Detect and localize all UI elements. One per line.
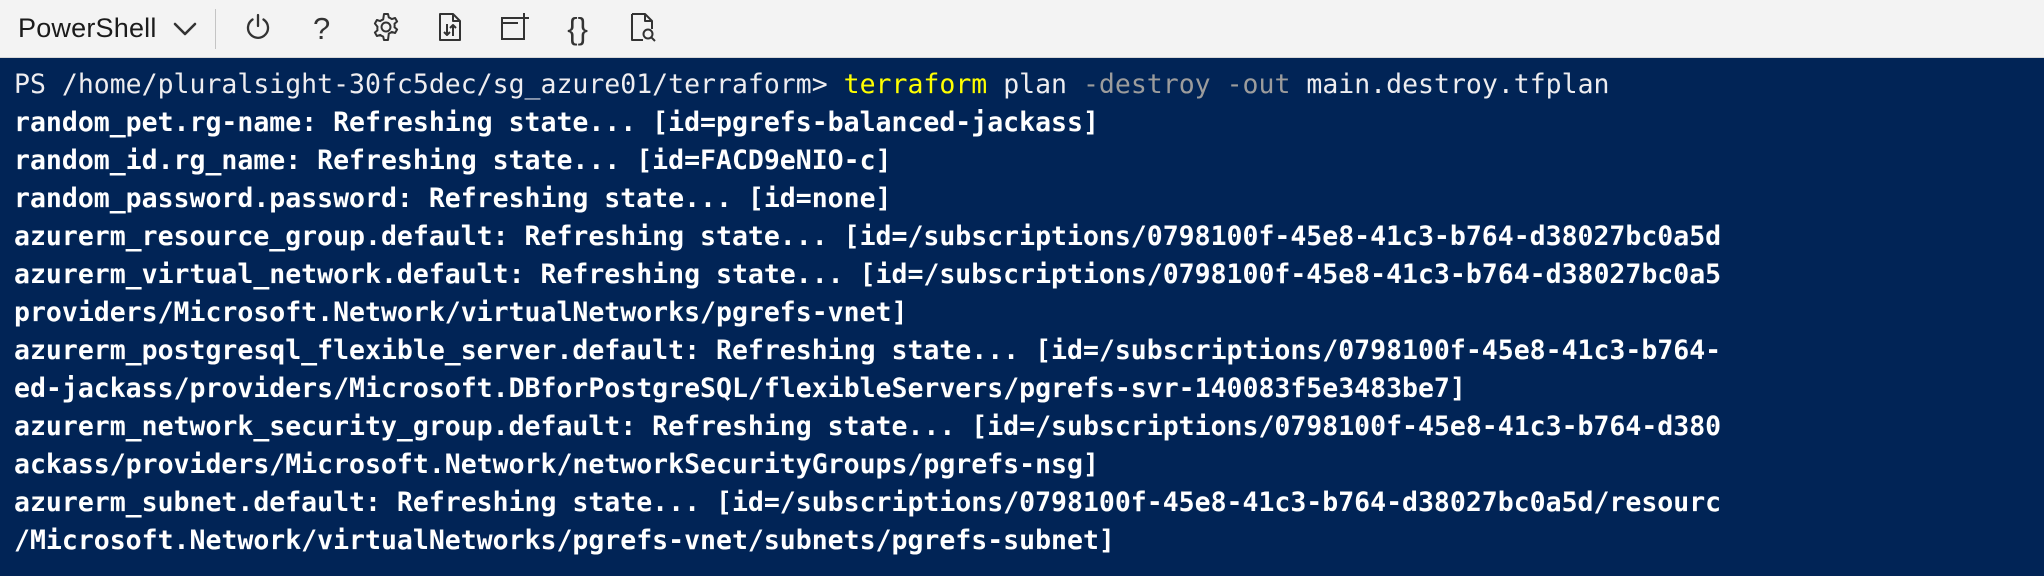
upload-download-button[interactable] — [428, 7, 472, 51]
terminal-output[interactable]: PS /home/pluralsight-30fc5dec/sg_azure01… — [0, 58, 2044, 576]
web-preview-icon — [626, 11, 658, 47]
output-line: ed-jackass/providers/Microsoft.DBforPost… — [14, 373, 1466, 404]
help-button[interactable]: ? — [300, 7, 344, 51]
cloud-shell-toolbar: PowerShell ? {} — [0, 0, 2044, 58]
toolbar-divider — [214, 8, 216, 49]
output-line: ackass/providers/Microsoft.Network/netwo… — [14, 449, 1099, 480]
command-argument-file: main.destroy.tfplan — [1290, 69, 1610, 100]
command-argument: plan — [987, 69, 1083, 100]
output-line: providers/Microsoft.Network/virtualNetwo… — [14, 297, 908, 328]
chevron-down-icon — [171, 15, 199, 43]
editor-button[interactable]: {} — [556, 7, 600, 51]
output-line: azurerm_resource_group.default: Refreshi… — [14, 221, 1722, 252]
command-flag-out: -out — [1226, 69, 1291, 100]
gear-icon — [370, 11, 402, 47]
shell-type-selector[interactable]: PowerShell — [0, 0, 215, 58]
output-line: azurerm_subnet.default: Refreshing state… — [14, 487, 1722, 518]
cursor-line — [14, 560, 2044, 576]
output-line: azurerm_postgresql_flexible_server.defau… — [14, 335, 1722, 366]
command-flag-destroy: -destroy — [1082, 69, 1211, 100]
settings-button[interactable] — [364, 7, 408, 51]
new-tab-icon — [498, 11, 530, 47]
output-line: random_id.rg_name: Refreshing state... [… — [14, 145, 892, 176]
web-preview-button[interactable] — [620, 7, 664, 51]
command-name: terraform — [843, 69, 988, 100]
output-line: /Microsoft.Network/virtualNetworks/pgref… — [14, 525, 1115, 556]
file-transfer-icon — [434, 11, 466, 47]
output-line: random_password.password: Refreshing sta… — [14, 183, 892, 214]
command-space — [1211, 69, 1227, 100]
power-icon — [242, 11, 274, 47]
output-line: random_pet.rg-name: Refreshing state... … — [14, 107, 1099, 138]
new-session-button[interactable] — [492, 7, 536, 51]
output-line: azurerm_network_security_group.default: … — [14, 411, 1722, 442]
braces-icon: {} — [567, 11, 588, 46]
output-line: azurerm_virtual_network.default: Refresh… — [14, 259, 1722, 290]
prompt-text: PS /home/pluralsight-30fc5dec/sg_azure01… — [14, 69, 844, 100]
shell-type-label: PowerShell — [18, 13, 157, 43]
command-prompt-line: PS /home/pluralsight-30fc5dec/sg_azure01… — [14, 66, 2044, 104]
restart-button[interactable] — [236, 7, 280, 51]
help-icon: ? — [312, 11, 331, 46]
